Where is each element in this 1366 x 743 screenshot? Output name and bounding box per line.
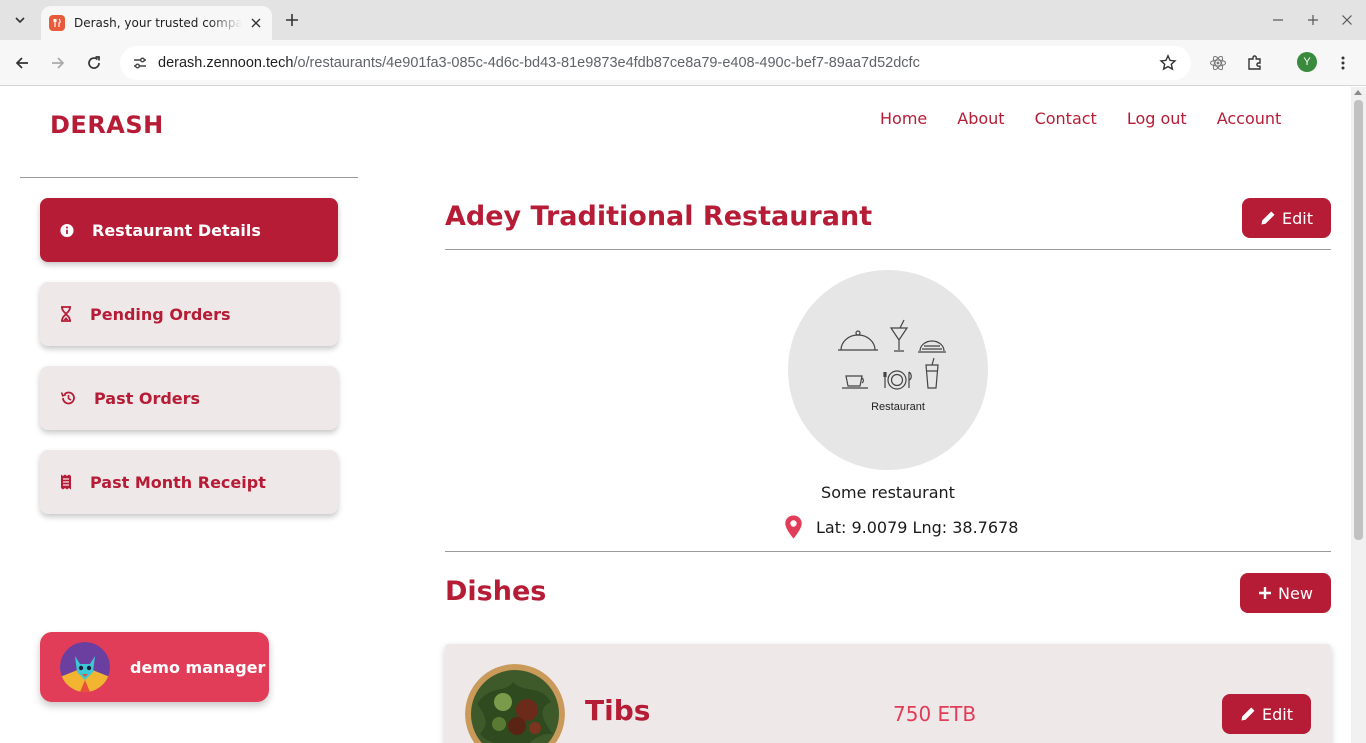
forward-button[interactable] <box>46 51 70 75</box>
reload-button[interactable] <box>82 51 106 75</box>
more-vertical-icon <box>1341 56 1345 70</box>
chevron-down-icon <box>15 17 25 24</box>
scrollbar-thumb[interactable] <box>1354 100 1363 540</box>
dish-image <box>465 664 565 743</box>
pencil-icon <box>1241 707 1255 721</box>
sidebar-item-past-orders[interactable]: Past Orders <box>40 366 338 430</box>
restaurant-description: Some restaurant <box>821 483 955 502</box>
address-bar[interactable]: derash.zennoon.tech/o/restaurants/4e901f… <box>120 46 1191 80</box>
location-coordinates: Lat: 9.0079 Lng: 38.7678 <box>816 517 1019 537</box>
user-profile-chip[interactable]: demo manager <box>40 632 269 702</box>
dish-name: Tibs <box>585 694 651 727</box>
url-text: derash.zennoon.tech/o/restaurants/4e901f… <box>158 55 920 71</box>
restaurant-image-caption: Restaurant <box>871 401 925 413</box>
page-viewport: DERASH Home About Contact Log out Accoun… <box>0 87 1351 743</box>
scroll-up-arrow-icon[interactable] <box>1354 90 1362 95</box>
map-pin-icon <box>785 515 802 539</box>
url-path: /o/restaurants/4e901fa3-085c-4d6c-bd43-8… <box>293 55 920 71</box>
sidebar-item-label: Past Orders <box>94 388 201 408</box>
nav-about-link[interactable]: About <box>957 109 1004 128</box>
sidebar-item-past-month-receipt[interactable]: Past Month Receipt <box>40 450 338 514</box>
nav-logout-link[interactable]: Log out <box>1127 109 1187 128</box>
sidebar-item-label: Restaurant Details <box>92 220 261 240</box>
browser-menu-button[interactable] <box>1331 51 1355 75</box>
react-icon <box>1210 55 1226 71</box>
restaurant-name: Adey Traditional Restaurant <box>445 201 873 232</box>
sidebar-item-restaurant-details[interactable]: Restaurant Details <box>40 198 338 262</box>
sidebar-divider <box>20 177 358 178</box>
dishes-title: Dishes <box>445 576 547 607</box>
browser-tabstrip: Derash, your trusted companion <box>0 0 1366 40</box>
bookmark-star-icon[interactable] <box>1157 52 1179 74</box>
puzzle-icon <box>1248 55 1261 70</box>
arrow-right-icon <box>52 57 65 69</box>
minimize-window-button[interactable] <box>1268 10 1288 30</box>
tab-title: Derash, your trusted companion <box>74 16 242 30</box>
arrow-left-icon <box>15 57 28 69</box>
close-icon <box>1342 15 1352 25</box>
new-dish-button[interactable]: New <box>1240 573 1331 613</box>
maximize-window-button[interactable] <box>1303 10 1323 30</box>
nav-home-link[interactable]: Home <box>880 109 927 128</box>
site-info-icon[interactable] <box>128 51 152 75</box>
reload-icon <box>88 56 100 69</box>
hourglass-icon <box>60 306 72 322</box>
plus-icon <box>286 14 298 26</box>
close-tab-icon[interactable] <box>248 15 264 31</box>
tab-search-button[interactable] <box>8 8 32 32</box>
top-navigation: Home About Contact Log out Account <box>880 109 1311 128</box>
nav-account-link[interactable]: Account <box>1217 109 1282 128</box>
info-circle-icon <box>60 222 74 238</box>
url-host: derash.zennoon.tech <box>158 55 294 71</box>
browser-toolbar: derash.zennoon.tech/o/restaurants/4e901f… <box>0 40 1366 86</box>
derash-favicon-icon <box>49 15 65 31</box>
receipt-icon <box>60 474 72 490</box>
brand-logo[interactable]: DERASH <box>50 111 164 139</box>
sidebar-item-label: Past Month Receipt <box>90 472 266 492</box>
plus-icon <box>1259 587 1272 599</box>
react-devtools-extension-button[interactable] <box>1206 51 1230 75</box>
new-label: New <box>1278 583 1313 603</box>
edit-dish-button[interactable]: Edit <box>1222 694 1311 734</box>
avatar <box>60 642 110 692</box>
edit-restaurant-button[interactable]: Edit <box>1242 198 1331 238</box>
history-icon <box>60 390 76 406</box>
user-name: demo manager <box>130 657 266 677</box>
back-button[interactable] <box>10 51 34 75</box>
dish-price: 750 ETB <box>893 702 977 726</box>
nav-contact-link[interactable]: Contact <box>1035 109 1097 128</box>
sidebar-item-pending-orders[interactable]: Pending Orders <box>40 282 338 346</box>
page-scrollbar[interactable] <box>1351 87 1366 743</box>
edit-label: Edit <box>1282 208 1313 228</box>
profile-avatar[interactable]: Y <box>1297 52 1317 72</box>
pencil-icon <box>1261 211 1275 225</box>
dish-card: Tibs 750 ETB Edit <box>445 644 1331 743</box>
browser-tab[interactable]: Derash, your trusted companion <box>41 6 272 40</box>
restaurant-image: Restaurant <box>788 270 988 470</box>
extensions-button[interactable] <box>1243 51 1267 75</box>
new-tab-button[interactable] <box>281 9 303 31</box>
close-window-button[interactable] <box>1337 10 1357 30</box>
edit-label: Edit <box>1262 704 1293 724</box>
section-divider <box>445 551 1331 552</box>
minimize-icon <box>1273 19 1283 21</box>
restaurant-location: Lat: 9.0079 Lng: 38.7678 <box>784 515 1018 539</box>
section-divider <box>445 249 1331 250</box>
sidebar-item-label: Pending Orders <box>90 304 231 324</box>
maximize-icon <box>1308 15 1318 25</box>
